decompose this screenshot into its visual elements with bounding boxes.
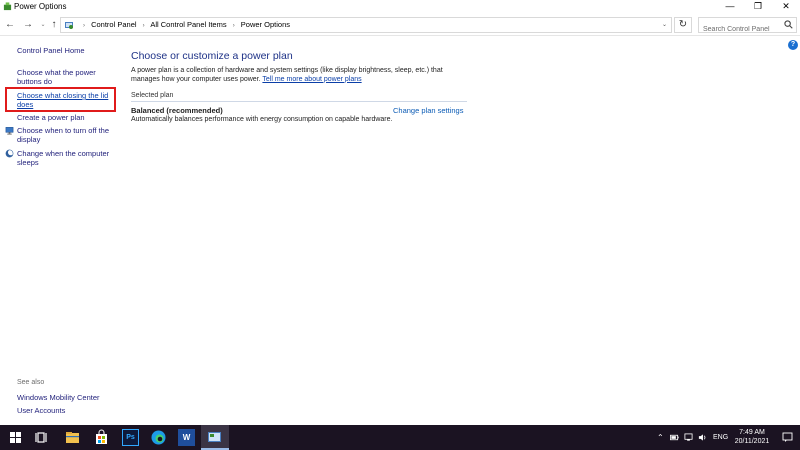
- sidebar-item-power-buttons[interactable]: Choose what the power buttons do: [17, 68, 117, 86]
- maximize-button[interactable]: ❐: [744, 0, 772, 14]
- forward-button[interactable]: →: [21, 18, 35, 32]
- clock-date: 20/11/2021: [734, 438, 770, 445]
- sidebar-item-create-plan[interactable]: Create a power plan: [17, 113, 117, 122]
- user-accounts-link[interactable]: User Accounts: [17, 406, 65, 415]
- notification-icon[interactable]: [782, 432, 793, 443]
- navigation-bar: ← → ⌄ ↑ › Control Panel › All Control Pa…: [0, 14, 800, 37]
- tray-chevron-icon[interactable]: ⌃: [657, 425, 664, 450]
- battery-icon[interactable]: [670, 433, 679, 442]
- control-panel-home-link[interactable]: Control Panel Home: [17, 46, 85, 55]
- page-title: Choose or customize a power plan: [131, 50, 293, 62]
- left-pane: Control Panel Home Choose what the power…: [0, 37, 120, 425]
- volume-icon[interactable]: [698, 433, 707, 442]
- title-bar: Power Options — ❐ ✕: [0, 0, 800, 14]
- change-plan-settings-link[interactable]: Change plan settings: [393, 106, 463, 115]
- highlight-box: [5, 87, 116, 112]
- clock[interactable]: 7:49 AM 20/11/2021: [731, 428, 773, 446]
- breadcrumb-control-panel[interactable]: Control Panel: [91, 20, 136, 29]
- selected-plan-header: Selected plan: [131, 92, 467, 102]
- clock-time: 7:49 AM: [739, 429, 765, 436]
- breadcrumb-power-options[interactable]: Power Options: [241, 20, 290, 29]
- window-title: Power Options: [14, 2, 67, 11]
- file-explorer-icon[interactable]: [64, 429, 81, 446]
- monitor-icon: [5, 127, 14, 135]
- taskbar: Ps W ⌃ ENG 7:49 AM 20/11/2021: [0, 425, 800, 450]
- network-icon[interactable]: [684, 433, 693, 442]
- plan-description: Automatically balances performance with …: [131, 116, 393, 123]
- search-input[interactable]: [699, 22, 784, 37]
- start-icon[interactable]: [7, 429, 24, 446]
- control-panel-icon: [65, 22, 73, 29]
- see-also-heading: See also: [17, 379, 45, 386]
- language-indicator[interactable]: ENG: [713, 425, 728, 450]
- back-button[interactable]: ←: [3, 18, 17, 32]
- power-options-icon: [3, 2, 12, 11]
- plan-name: Balanced (recommended): [131, 106, 223, 115]
- breadcrumb-all-items[interactable]: All Control Panel Items: [150, 20, 226, 29]
- sidebar-item-turn-off-display[interactable]: Choose when to turn off the display: [17, 126, 117, 144]
- page-description: A power plan is a collection of hardware…: [131, 67, 471, 84]
- word-icon[interactable]: W: [178, 429, 195, 446]
- search-box[interactable]: [698, 17, 797, 37]
- breadcrumb-separator: ›: [142, 23, 145, 29]
- up-button[interactable]: ↑: [47, 18, 61, 32]
- learn-more-link[interactable]: Tell me more about power plans: [262, 76, 361, 83]
- address-dropdown-icon[interactable]: ⌄: [662, 18, 667, 32]
- edge-icon[interactable]: [150, 429, 167, 446]
- windows-mobility-center-link[interactable]: Windows Mobility Center: [17, 393, 100, 402]
- breadcrumb-separator: ›: [232, 23, 235, 29]
- task-view-icon[interactable]: [34, 429, 51, 446]
- refresh-button[interactable]: ↻: [674, 17, 692, 33]
- minimize-button[interactable]: —: [716, 0, 744, 14]
- address-bar[interactable]: › Control Panel › All Control Panel Item…: [60, 17, 672, 33]
- moon-icon: [5, 149, 14, 158]
- breadcrumb-separator: ›: [83, 23, 85, 29]
- sidebar-item-computer-sleeps[interactable]: Change when the computer sleeps: [17, 149, 117, 167]
- help-icon[interactable]: ?: [788, 40, 798, 50]
- control-panel-icon[interactable]: [206, 429, 223, 446]
- store-icon[interactable]: [93, 429, 110, 446]
- search-icon[interactable]: [784, 20, 793, 29]
- breadcrumb: › Control Panel › All Control Panel Item…: [79, 18, 290, 33]
- close-button[interactable]: ✕: [772, 0, 800, 14]
- photoshop-icon[interactable]: Ps: [122, 429, 139, 446]
